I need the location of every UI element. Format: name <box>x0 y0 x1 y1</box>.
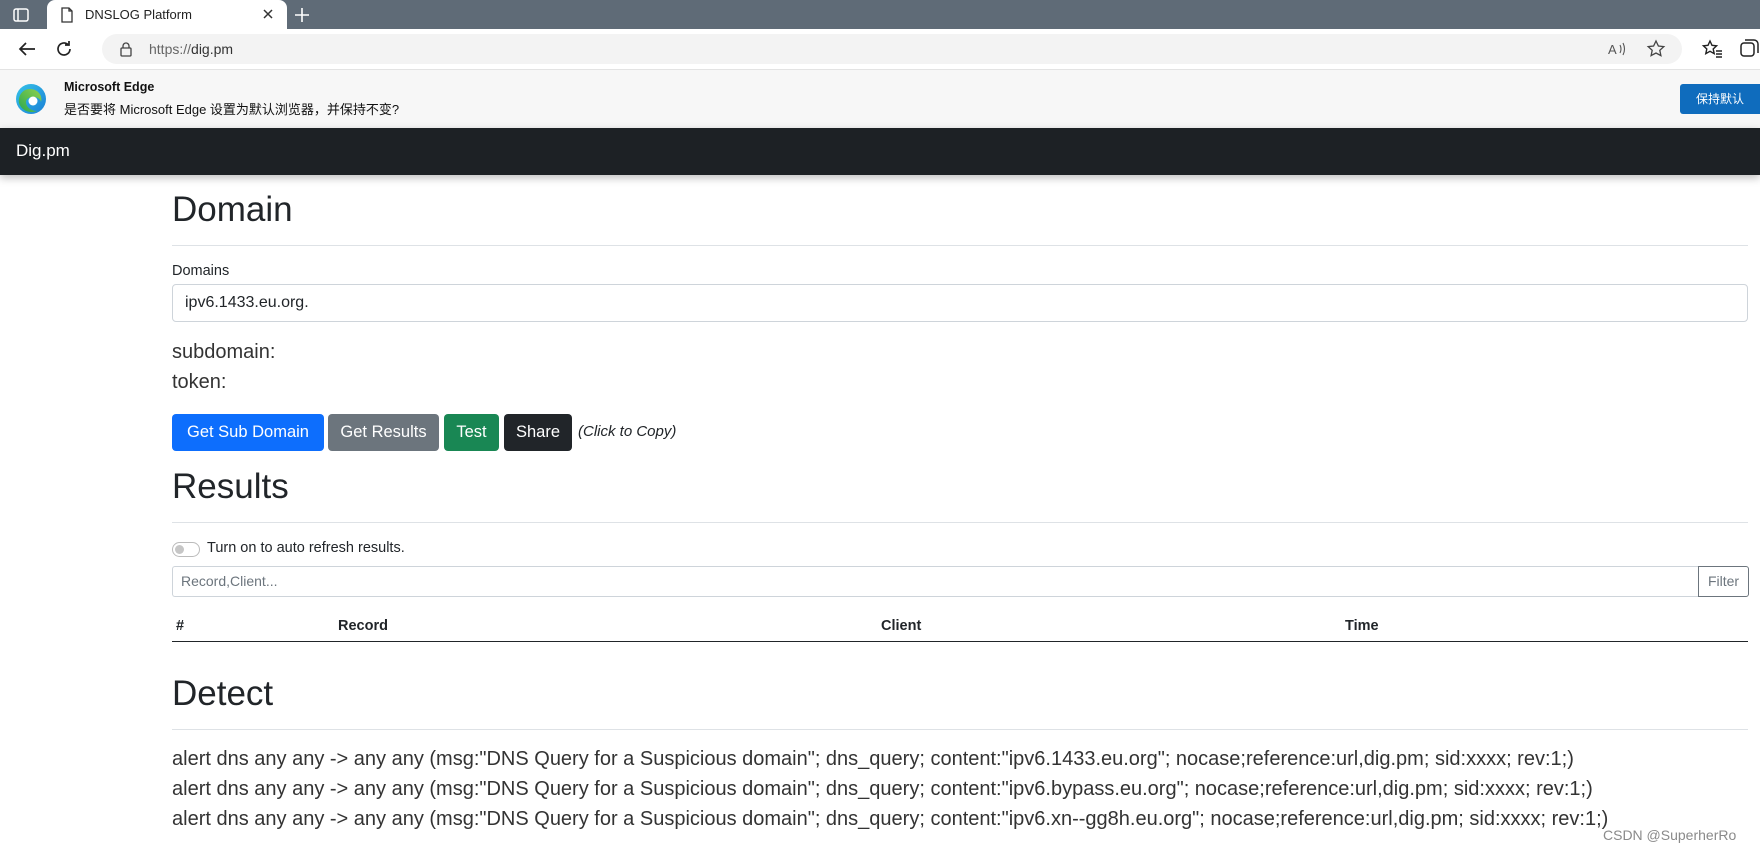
auto-refresh-label: Turn on to auto refresh results. <box>207 540 405 556</box>
filter-button[interactable]: Filter <box>1698 566 1749 597</box>
refresh-icon[interactable] <box>53 38 75 60</box>
divider <box>172 729 1748 730</box>
page-favicon-icon <box>61 7 73 23</box>
tab-title: DNSLOG Platform <box>85 7 192 22</box>
keep-default-button[interactable]: 保持默认 <box>1680 84 1760 114</box>
browser-tab-active[interactable]: DNSLOG Platform <box>47 0 287 29</box>
detect-rule: alert dns any any -> any any (msg:"DNS Q… <box>172 808 1609 830</box>
favorites-icon[interactable] <box>1701 38 1723 60</box>
collections-icon[interactable] <box>1738 38 1760 60</box>
watermark: CSDN @SuperherRo <box>1603 827 1737 843</box>
subdomain-label: subdomain: <box>172 341 276 363</box>
detect-rule: alert dns any any -> any any (msg:"DNS Q… <box>172 778 1593 800</box>
new-tab-icon[interactable] <box>292 5 312 25</box>
detect-rule: alert dns any any -> any any (msg:"DNS Q… <box>172 748 1574 770</box>
get-results-button[interactable]: Get Results <box>328 414 439 451</box>
detect-heading: Detect <box>172 674 274 713</box>
filter-input[interactable]: Record,Client... <box>172 566 1699 597</box>
column-header-record: Record <box>338 618 388 634</box>
infobar-message: 是否要将 Microsoft Edge 设置为默认浏览器，并保持不变? <box>64 102 400 117</box>
domain-heading: Domain <box>172 190 293 229</box>
token-label: token: <box>172 371 227 393</box>
column-header-time: Time <box>1345 618 1379 634</box>
column-header-client: Client <box>881 618 922 634</box>
click-to-copy-hint: (Click to Copy) <box>578 423 677 440</box>
site-brand-link[interactable]: Dig.pm <box>16 141 70 161</box>
browser-tab-strip: DNSLOG Platform <box>0 0 1760 29</box>
filter-placeholder: Record,Client... <box>181 573 278 589</box>
back-arrow-icon[interactable] <box>16 38 38 60</box>
share-button[interactable]: Share <box>504 414 572 451</box>
svg-text:A: A <box>1608 42 1617 57</box>
browser-toolbar: https://dig.pm A <box>0 29 1760 70</box>
domains-select[interactable]: ipv6.1433.eu.org. <box>172 284 1748 322</box>
address-bar[interactable]: https://dig.pm A <box>102 34 1682 64</box>
infobar-title: Microsoft Edge <box>64 80 155 94</box>
divider <box>172 245 1748 246</box>
edge-logo-icon <box>16 84 46 114</box>
column-header-index: # <box>176 618 185 634</box>
domains-value: ipv6.1433.eu.org. <box>185 294 309 311</box>
favorite-star-icon[interactable] <box>1646 39 1666 59</box>
divider <box>172 522 1748 523</box>
auto-refresh-toggle[interactable] <box>172 542 200 557</box>
lock-icon[interactable] <box>118 41 134 57</box>
tab-actions-icon[interactable] <box>12 6 30 24</box>
read-aloud-icon[interactable]: A <box>1607 39 1627 59</box>
tab-close-icon[interactable] <box>259 5 277 23</box>
results-heading: Results <box>172 467 289 506</box>
test-button[interactable]: Test <box>444 414 499 451</box>
domains-label: Domains <box>172 263 230 279</box>
site-navbar: Dig.pm <box>0 128 1760 175</box>
table-header-divider <box>172 641 1748 642</box>
default-browser-infobar: Microsoft Edge 是否要将 Microsoft Edge 设置为默认… <box>0 70 1760 129</box>
get-sub-domain-button[interactable]: Get Sub Domain <box>172 414 324 451</box>
url-text: https://dig.pm <box>149 41 234 57</box>
